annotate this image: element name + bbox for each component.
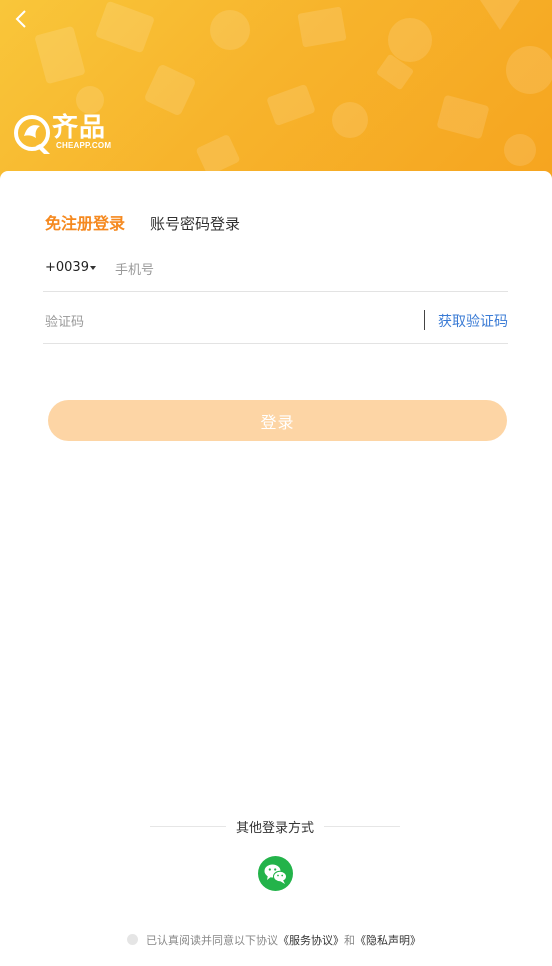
login-button[interactable]: 登录 xyxy=(48,400,507,441)
country-code-select[interactable]: +0039 xyxy=(45,260,89,275)
back-button[interactable] xyxy=(6,4,36,34)
privacy-statement-link[interactable]: 《隐私声明》 xyxy=(355,934,421,947)
other-login-section: 其他登录方式 xyxy=(150,816,400,836)
tab-password-login[interactable]: 账号密码登录 xyxy=(150,213,240,234)
login-card: 免注册登录 账号密码登录 +0039 获取验证码 登录 其他登录方式 已认真阅读… xyxy=(0,171,552,966)
agreement-text: 已认真阅读并同意以下协议《服务协议》和《隐私声明》 xyxy=(146,932,421,948)
header-banner: 齐品 CHEAPP.COM xyxy=(0,0,552,190)
divider-right xyxy=(324,826,400,827)
caret-down-icon[interactable] xyxy=(90,266,96,270)
get-code-button[interactable]: 获取验证码 xyxy=(438,311,508,331)
wechat-icon xyxy=(264,864,287,884)
phone-input[interactable] xyxy=(113,257,497,283)
chevron-left-icon xyxy=(15,10,26,28)
verification-code-input[interactable] xyxy=(43,309,407,335)
logo-icon xyxy=(14,115,50,154)
tab-sms-login[interactable]: 免注册登录 xyxy=(45,210,125,234)
background-pattern xyxy=(35,0,552,175)
phone-field-row: +0039 xyxy=(43,251,508,292)
app-logo: 齐品 CHEAPP.COM xyxy=(14,114,114,156)
wechat-login-button[interactable] xyxy=(258,856,293,891)
logo-name: 齐品 xyxy=(52,113,107,143)
code-field-row: 获取验证码 xyxy=(43,303,508,344)
agreement-checkbox[interactable] xyxy=(127,934,138,945)
divider xyxy=(424,310,425,330)
logo-domain: CHEAPP.COM xyxy=(56,141,112,150)
agreement-and: 和 xyxy=(344,934,355,947)
service-agreement-link[interactable]: 《服务协议》 xyxy=(278,934,344,947)
agreement-statement: 已认真阅读并同意以下协议 xyxy=(146,934,278,947)
